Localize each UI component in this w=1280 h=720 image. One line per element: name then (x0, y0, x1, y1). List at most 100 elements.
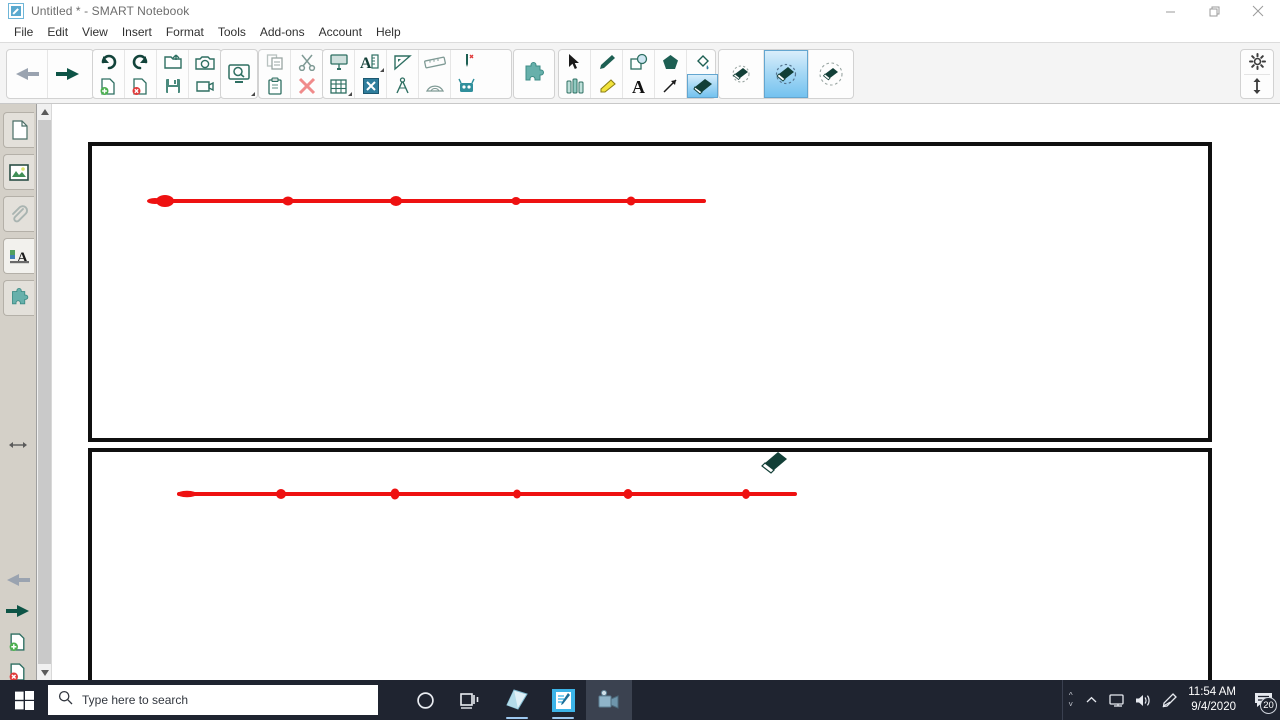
insert-equation-button[interactable] (355, 74, 386, 98)
show-hidden-icons-button[interactable] (1078, 680, 1104, 720)
windows-logo-icon (14, 690, 34, 710)
eraser-size-large-button[interactable] (809, 50, 853, 98)
restore-button[interactable] (1192, 0, 1236, 22)
eraser-tool-button[interactable] (687, 73, 718, 98)
delete-page-button[interactable] (125, 74, 156, 98)
clone-button[interactable] (259, 50, 290, 74)
taskbar-app-smart-ink[interactable] (494, 680, 540, 720)
redo-button[interactable] (125, 50, 156, 74)
ruler-button[interactable] (419, 50, 450, 74)
start-button[interactable] (0, 680, 48, 720)
scroll-up-arrow[interactable] (37, 104, 52, 119)
scrollbar-thumb[interactable] (38, 120, 51, 664)
sidebar-previous-page-button[interactable] (4, 566, 32, 594)
shapes-button[interactable] (655, 50, 686, 74)
title-bar: Untitled * - SMART Notebook (0, 0, 1280, 22)
task-view-button[interactable] (448, 680, 494, 720)
menu-account[interactable]: Account (312, 23, 369, 41)
toolbar-group-clipboard (258, 49, 324, 99)
insert-table-button[interactable] (323, 74, 354, 98)
search-icon (58, 690, 73, 710)
select-tool-button[interactable] (559, 50, 590, 74)
menu-edit[interactable]: Edit (40, 23, 75, 41)
menu-format[interactable]: Format (159, 23, 211, 41)
toolbar-right-controls (1240, 49, 1274, 99)
canvas-vertical-scrollbar[interactable] (37, 104, 52, 680)
undo-button[interactable] (93, 50, 124, 74)
next-page-button[interactable] (48, 50, 88, 98)
red-number-line-bottom[interactable] (171, 478, 811, 510)
open-file-button[interactable] (157, 50, 188, 74)
pen-properties-button[interactable] (559, 74, 590, 98)
pen-workspace-icon[interactable] (1156, 680, 1182, 720)
clock[interactable]: 11:54 AM 9/4/2020 (1182, 680, 1246, 720)
sidebar-resize-handle[interactable] (4, 431, 32, 459)
add-page-button[interactable] (93, 74, 124, 98)
paste-button[interactable] (259, 74, 290, 98)
protractor-button[interactable] (419, 74, 450, 98)
resize-horizontal-icon (4, 431, 32, 459)
add-ons-button[interactable] (514, 50, 554, 98)
cut-button[interactable] (291, 50, 322, 74)
svg-text:A: A (632, 77, 645, 95)
compass-button[interactable] (387, 74, 418, 98)
magnifier-menu-arrow[interactable] (251, 92, 255, 96)
network-icon[interactable] (1104, 680, 1130, 720)
properties-icon: A (5, 242, 33, 270)
magic-pen-button[interactable] (451, 50, 482, 74)
scroll-down-arrow[interactable] (37, 665, 52, 680)
sidebar-next-page-button[interactable] (4, 597, 32, 625)
work-area (37, 104, 1280, 680)
move-toolbar-button[interactable] (1241, 75, 1273, 99)
smart-blocks-button[interactable] (451, 74, 482, 98)
menu-tools[interactable]: Tools (211, 23, 253, 41)
sidebar-add-page-button[interactable] (4, 628, 32, 656)
table-menu-arrow[interactable] (348, 92, 352, 96)
menu-view[interactable]: View (75, 23, 115, 41)
taskbar-scroll-arrows[interactable]: ^ ˅ (1062, 680, 1078, 720)
main-toolbar: A A (0, 42, 1280, 104)
puzzle-piece-icon (5, 284, 33, 312)
insert-text-button[interactable]: A (355, 50, 386, 74)
eraser-cursor (761, 452, 787, 474)
save-button[interactable] (157, 74, 188, 98)
menu-insert[interactable]: Insert (115, 23, 159, 41)
menu-bar: File Edit View Insert Format Tools Add-o… (0, 22, 1280, 42)
notebook-canvas[interactable] (53, 104, 1280, 680)
screen-magnifier-button[interactable] (221, 50, 257, 98)
pen-tool-button[interactable] (591, 50, 622, 74)
action-center-button[interactable]: 20 (1246, 680, 1280, 720)
menu-file[interactable]: File (7, 23, 40, 41)
gallery-tab[interactable] (3, 154, 34, 190)
eraser-size-small-button[interactable] (719, 50, 763, 98)
shape-recognition-pen-button[interactable] (623, 50, 654, 74)
taskbar-app-screen-recorder[interactable] (586, 680, 632, 720)
text-button[interactable]: A (623, 74, 654, 98)
gallery-image-icon (5, 158, 33, 186)
red-number-line-top[interactable] (143, 184, 723, 218)
toolbar-settings-button[interactable] (1241, 50, 1273, 74)
screen-shade-button[interactable] (323, 50, 354, 74)
minimize-button[interactable] (1148, 0, 1192, 22)
close-button[interactable] (1236, 0, 1280, 22)
volume-icon[interactable] (1130, 680, 1156, 720)
properties-tab[interactable]: A (3, 238, 34, 274)
text-menu-arrow[interactable] (380, 68, 384, 72)
attachments-tab[interactable] (3, 196, 34, 232)
highlighter-button[interactable] (591, 74, 622, 98)
eraser-size-medium-button[interactable] (764, 50, 808, 98)
add-ons-tab[interactable] (3, 280, 34, 316)
page-sorter-tab[interactable] (3, 112, 34, 148)
menu-add-ons[interactable]: Add-ons (253, 23, 312, 41)
previous-page-button[interactable] (7, 50, 47, 98)
fill-button[interactable] (687, 50, 718, 74)
menu-help[interactable]: Help (369, 23, 408, 41)
screen-capture-button[interactable] (189, 50, 220, 74)
taskbar-app-smart-notebook[interactable] (540, 680, 586, 720)
delete-button[interactable] (291, 74, 322, 98)
line-tool-button[interactable] (655, 74, 686, 98)
search-box[interactable]: Type here to search (48, 685, 378, 715)
document-camera-button[interactable] (189, 74, 220, 98)
set-square-button[interactable] (387, 50, 418, 74)
cortana-button[interactable] (402, 680, 448, 720)
